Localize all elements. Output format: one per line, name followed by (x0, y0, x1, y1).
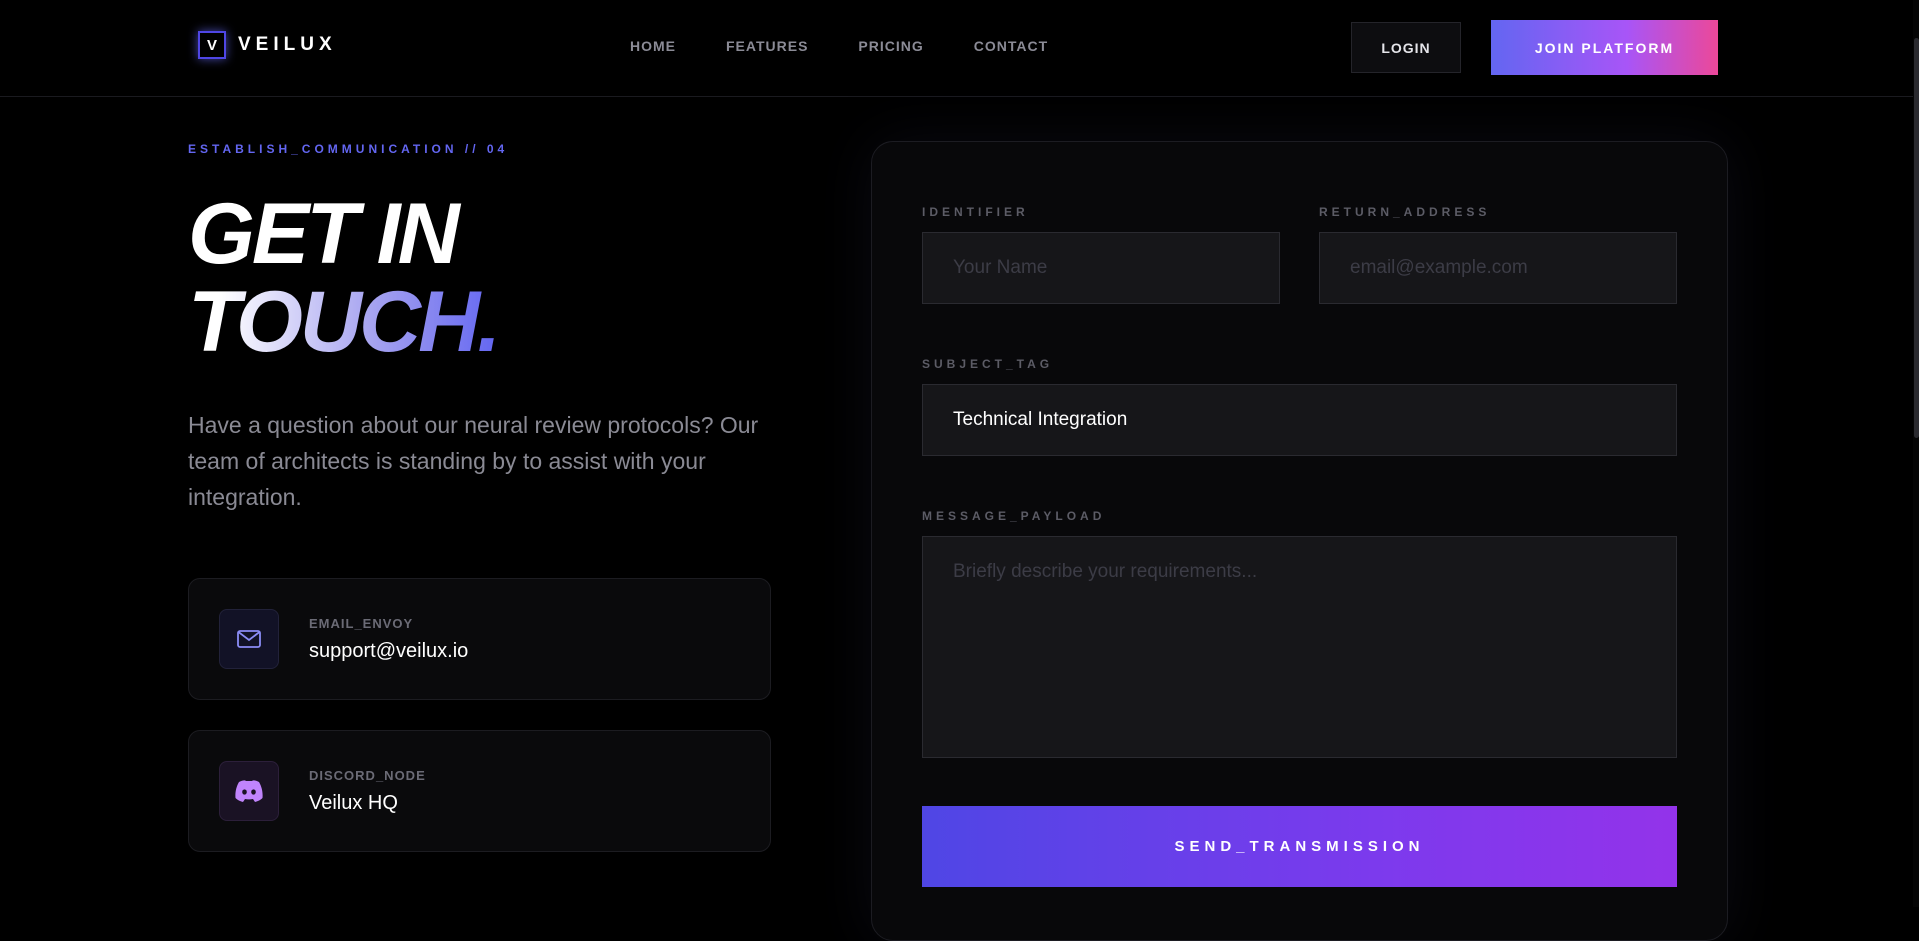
message-payload-label: MESSAGE_PAYLOAD (922, 509, 1106, 523)
message-payload-textarea[interactable] (922, 536, 1677, 758)
mail-icon (219, 609, 279, 669)
logo[interactable]: V VEILUX (198, 31, 337, 59)
title-line-2: TOUCH. (188, 274, 501, 370)
scrollbar-thumb[interactable] (1914, 38, 1919, 438)
card-label: DISCORD_NODE (309, 768, 426, 783)
return-address-input[interactable] (1319, 232, 1677, 304)
card-value: Veilux HQ (309, 792, 398, 814)
page-title: GET IN TOUCH. (188, 186, 501, 370)
logo-mark: V (198, 31, 226, 59)
nav-home-link[interactable]: HOME (630, 38, 676, 54)
card-label: EMAIL_ENVOY (309, 616, 414, 631)
email-contact-card[interactable]: EMAIL_ENVOY support@veilux.io (188, 578, 771, 700)
identifier-input[interactable] (922, 232, 1280, 304)
title-line-1: GET IN (188, 186, 460, 282)
contact-form-panel: IDENTIFIER RETURN_ADDRESS SUBJECT_TAG ME… (871, 141, 1728, 941)
section-eyebrow: ESTABLISH_COMMUNICATION // 04 (188, 142, 509, 156)
nav-features-link[interactable]: FEATURES (726, 38, 808, 54)
subject-tag-label: SUBJECT_TAG (922, 357, 1054, 371)
logo-text: VEILUX (238, 34, 337, 55)
discord-contact-card[interactable]: DISCORD_NODE Veilux HQ (188, 730, 771, 852)
join-platform-button[interactable]: JOIN PLATFORM (1491, 20, 1718, 75)
discord-icon (219, 761, 279, 821)
identifier-label: IDENTIFIER (922, 205, 1029, 219)
nav-pricing-link[interactable]: PRICING (858, 38, 923, 54)
card-value: support@veilux.io (309, 640, 469, 662)
main-nav: HOME FEATURES PRICING CONTACT (630, 38, 1098, 54)
hero-description: Have a question about our neural review … (188, 412, 759, 510)
login-button[interactable]: LOGIN (1351, 22, 1461, 73)
site-header: V VEILUX HOME FEATURES PRICING CONTACT L… (0, 0, 1919, 97)
nav-contact-link[interactable]: CONTACT (974, 38, 1048, 54)
send-transmission-button[interactable]: SEND_TRANSMISSION (922, 806, 1677, 887)
return-address-label: RETURN_ADDRESS (1319, 205, 1491, 219)
subject-tag-input[interactable] (922, 384, 1677, 456)
